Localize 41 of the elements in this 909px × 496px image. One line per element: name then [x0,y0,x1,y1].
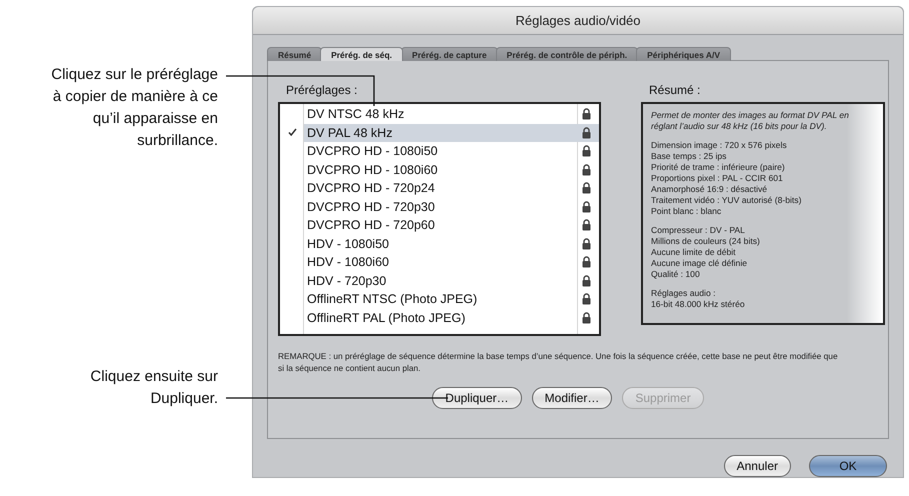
ok-button[interactable]: OK [809,455,887,477]
callout-text: Cliquez sur le préréglage à copier de manière à ce qu’il apparaisse en surbrillance. [50,65,218,151]
summary-line: 16-bit 48.000 kHz stéréo [651,299,746,310]
summary-line: Aucune limite de débit [651,247,737,258]
summary-line: Réglages audio : [651,288,716,299]
summary-line: Dimension image : 720 x 576 pixels [651,140,788,151]
action-button[interactable]: Dupliquer… [432,387,522,409]
preset-row[interactable]: DVCPRO HD - 720p24 [280,179,599,198]
preset-row[interactable]: HDV - 1080i60 [280,253,599,272]
preset-row[interactable]: OfflineRT NTSC (Photo JPEG) [280,290,599,308]
summary-line: Point blanc : blanc [651,206,722,217]
action-button[interactable]: Modifier… [532,387,612,409]
callout-text: Cliquez ensuite sur Dupliquer. [89,367,218,409]
summary-line: Aucune image clé définie [651,258,748,269]
summary-description: Permet de monter des images au format DV PAL en réglant l’audio sur 48 kHz (16 bits pour la DV). [651,110,850,132]
summary-line: Qualité : 100 [651,269,701,280]
preset-row[interactable]: HDV - 1080i50 [280,234,599,253]
preset-row[interactable]: DVCPRO HD - 1080i50 [280,142,599,160]
cancel-button[interactable]: Annuler [724,455,791,477]
tab[interactable]: Résumé [267,47,322,61]
summary-line: Compresseur : DV - PAL [651,225,746,236]
preset-row[interactable]: OfflineRT PAL (Photo JPEG) [280,308,599,327]
summary-line: Anamorphosé 16:9 : désactivé [651,184,768,195]
summary-label: Résumé : [649,83,702,97]
summary-line: Millions de couleurs (24 bits) [651,236,761,247]
presets-label: Préréglages : [286,83,358,97]
summary-line: Priorité de trame : inférieure (paire) [651,162,786,173]
preset-row[interactable]: DV NTSC 48 kHz [280,105,599,124]
preset-row[interactable]: DVCPRO HD - 720p30 [280,198,599,216]
tab[interactable]: Prérég. de capture [401,47,498,61]
summary-line: Base temps : 25 ips [651,151,728,162]
summary-line: Proportions pixel : PAL - CCIR 601 [651,173,784,184]
tab[interactable]: Prérég. de séq. [320,47,404,61]
preset-row[interactable]: DVCPRO HD - 1080i60 [280,160,599,179]
preset-row[interactable]: DVCPRO HD - 720p60 [280,216,599,234]
window-title: Réglages audio/vidéo [515,13,641,28]
tab[interactable]: Périphériques A/V [636,47,732,61]
preset-row[interactable]: HDV - 720p30 [280,272,599,290]
summary-line: Traitement vidéo : YUV autorisé (8-bits) [651,195,802,206]
tab[interactable]: Prérég. de contrôle de périph. [496,47,638,61]
note-text: REMARQUE : un préréglage de séquence détermine la base temps d’une séquence. Une fois la séquence créée, cette base ne peut être modifiée que si la séquence ne contient aucun plan. [278,350,838,374]
